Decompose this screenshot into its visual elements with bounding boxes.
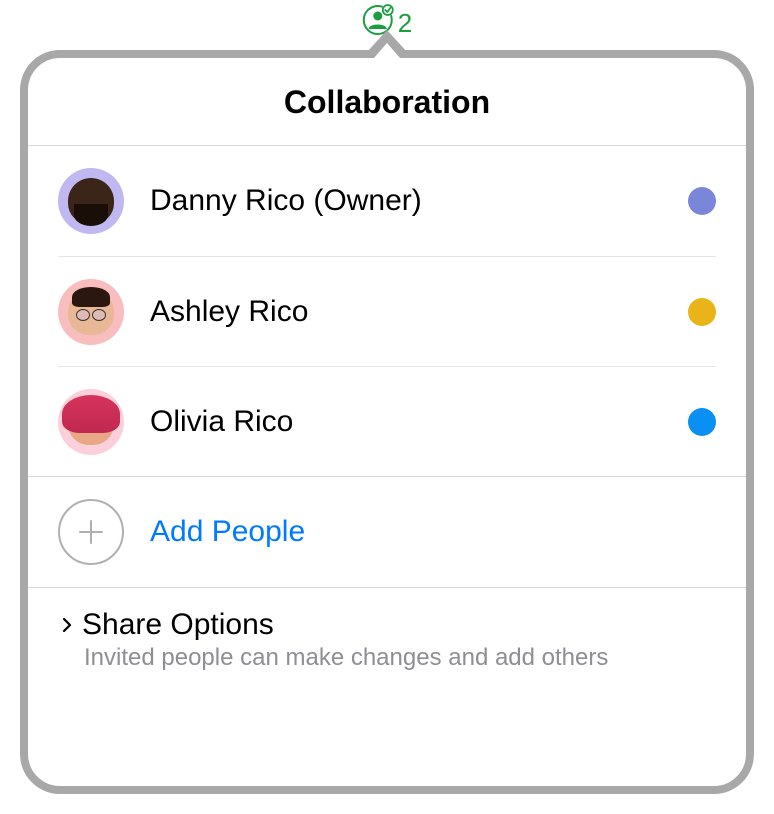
participant-list: Danny Rico (Owner) Ashley Rico Olivia Ri… xyxy=(28,146,746,476)
avatar xyxy=(58,168,124,234)
participant-name: Ashley Rico xyxy=(150,295,662,329)
plus-icon xyxy=(58,499,124,565)
add-people-button[interactable]: Add People xyxy=(58,477,716,587)
presence-dot xyxy=(688,298,716,326)
avatar xyxy=(58,279,124,345)
presence-dot xyxy=(688,187,716,215)
avatar xyxy=(58,389,124,455)
chevron-right-icon xyxy=(58,616,76,634)
add-people-label: Add People xyxy=(150,515,305,549)
participant-name: Danny Rico (Owner) xyxy=(150,184,662,218)
presence-dot xyxy=(688,408,716,436)
participant-name: Olivia Rico xyxy=(150,405,662,439)
popover-title: Collaboration xyxy=(28,58,746,146)
share-options-button[interactable]: Share Options Invited people can make ch… xyxy=(28,587,746,672)
participant-row[interactable]: Olivia Rico xyxy=(58,366,716,476)
share-options-subtitle: Invited people can make changes and add … xyxy=(84,644,716,672)
participant-row[interactable]: Ashley Rico xyxy=(58,256,716,366)
add-people-section: Add People xyxy=(28,476,746,587)
share-options-title: Share Options xyxy=(82,608,274,642)
participant-row[interactable]: Danny Rico (Owner) xyxy=(58,146,716,256)
collaboration-popover: Collaboration Danny Rico (Owner) Ashley … xyxy=(20,50,754,794)
